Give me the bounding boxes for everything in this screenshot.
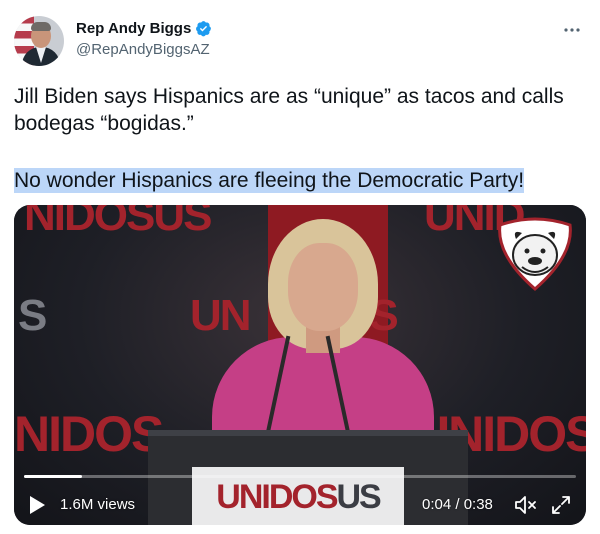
author-display-name[interactable]: Rep Andy Biggs xyxy=(76,20,191,37)
video-player[interactable]: NIDOSUS UNID S UNUS NIDOS UNIDOS UNIDOSU… xyxy=(14,205,586,525)
author-name-row[interactable]: Rep Andy Biggs xyxy=(76,20,212,37)
backdrop-sign-bottom-left: NIDOS xyxy=(14,406,164,462)
video-controls: 1.6M views 0:04 / 0:38 xyxy=(14,485,586,525)
video-progress-fill xyxy=(24,475,82,478)
play-icon[interactable] xyxy=(28,495,46,515)
backdrop-sign-mid-left: S xyxy=(18,291,47,340)
avatar[interactable] xyxy=(14,16,64,66)
video-time: 0:04 / 0:38 xyxy=(422,496,493,513)
tweet-highlighted-text: No wonder Hispanics are fleeing the Demo… xyxy=(14,167,525,195)
speaker-face xyxy=(288,243,358,331)
tweet-text: Jill Biden says Hispanics are as “unique… xyxy=(14,85,564,135)
tweet-header: Rep Andy Biggs @RepAndyBiggsAZ xyxy=(14,14,586,68)
backdrop-sign-top-left: NIDOSUS xyxy=(24,205,212,240)
verified-badge-icon xyxy=(196,21,212,37)
author-handle[interactable]: @RepAndyBiggsAZ xyxy=(76,41,210,58)
video-progress-bar[interactable] xyxy=(24,475,576,478)
fullscreen-icon[interactable] xyxy=(550,494,572,516)
video-view-count: 1.6M views xyxy=(60,496,136,513)
muted-speaker-icon[interactable] xyxy=(514,494,538,516)
bulldog-logo-icon xyxy=(498,217,572,291)
highlighted-text: No wonder Hispanics are fleeing the Demo… xyxy=(14,168,525,193)
more-options-icon[interactable] xyxy=(562,20,582,40)
